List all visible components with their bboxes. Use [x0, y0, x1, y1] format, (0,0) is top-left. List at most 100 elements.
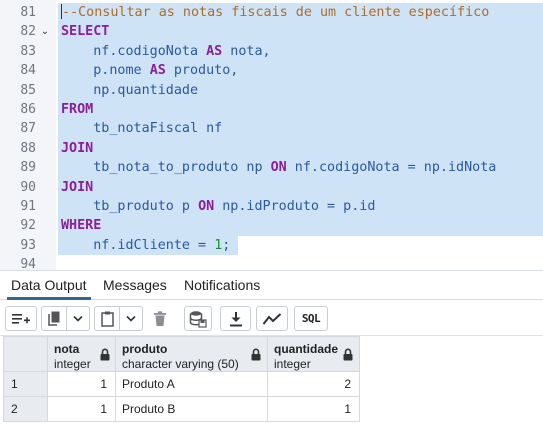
code-text: p.nome AS produto, — [61, 61, 238, 80]
code-text: nf.idCliente = 1; — [61, 236, 230, 255]
sql-button[interactable]: SQL — [294, 306, 328, 331]
column-header-produto[interactable]: produto character varying (50) — [116, 336, 268, 372]
copy-icon — [48, 311, 60, 326]
code-text: tb_produto p ON np.idProduto = p.id — [61, 197, 375, 216]
chevron-down-icon[interactable] — [125, 315, 137, 323]
code-line[interactable]: 83 nf.codigoNota AS nota, — [0, 41, 543, 62]
graph-visualiser-button[interactable] — [256, 306, 288, 331]
column-header-quantidade[interactable]: quantidade integer — [268, 336, 360, 372]
selection-highlight — [58, 138, 543, 159]
code-text: JOIN — [61, 178, 93, 197]
sql-identifier: np.quantidade — [61, 82, 199, 98]
code-line[interactable]: 82 ⌄ SELECT — [0, 22, 543, 42]
tab-notifications[interactable]: Notifications — [180, 271, 264, 300]
sql-identifier: nf.codigoNota — [61, 43, 207, 59]
table-cell[interactable]: Produto A — [116, 372, 268, 397]
grid-corner-cell[interactable] — [3, 336, 48, 372]
selection-highlight — [58, 22, 543, 42]
column-name: quantidade — [274, 342, 339, 356]
table-cell[interactable]: 1 — [48, 372, 116, 397]
selection-highlight — [58, 177, 543, 197]
line-number: 93 — [20, 237, 36, 253]
code-line[interactable]: 90 JOIN — [0, 177, 543, 197]
row-number[interactable]: 2 — [3, 397, 48, 422]
copy-button[interactable] — [41, 306, 90, 331]
results-tab-bar: Data Output Messages Notifications — [0, 270, 543, 300]
delete-button[interactable] — [147, 306, 173, 331]
column-name: nota — [54, 342, 80, 356]
code-line[interactable]: 86 FROM — [0, 100, 543, 120]
add-row-button[interactable] — [5, 306, 37, 331]
selection-highlight — [58, 100, 543, 120]
sql-keyword: FROM — [61, 102, 94, 117]
table-cell[interactable]: 1 — [268, 397, 360, 422]
tab-messages[interactable]: Messages — [99, 271, 171, 300]
sql-keyword: AS — [149, 63, 166, 79]
line-chart-icon — [262, 312, 282, 325]
line-number: 85 — [20, 82, 36, 98]
code-text: tb_notaFiscal nf — [61, 119, 222, 138]
code-line[interactable]: 89 tb_nota_to_produto np ON nf.codigoNot… — [0, 158, 543, 178]
code-line[interactable]: 87 tb_notaFiscal nf — [0, 119, 543, 139]
line-number: 90 — [20, 179, 36, 195]
tab-data-output[interactable]: Data Output — [7, 271, 91, 300]
code-line[interactable]: 81 --Consultar as notas fiscais de um cl… — [0, 3, 543, 23]
add-row-icon — [12, 313, 30, 324]
sql-comment: --Consultar as notas fiscais de um clien… — [62, 5, 490, 20]
code-text: FROM — [61, 100, 93, 119]
lock-icon — [343, 348, 353, 361]
row-number[interactable]: 1 — [3, 372, 48, 397]
code-line[interactable]: 88 JOIN — [0, 138, 543, 159]
code-line[interactable]: 84 p.nome AS produto, — [0, 61, 543, 81]
line-number: 84 — [20, 63, 36, 79]
code-line[interactable]: 93 nf.idCliente = 1; — [0, 235, 543, 256]
sql-keyword: SELECT — [61, 24, 110, 40]
fold-chevron-icon[interactable]: ⌄ — [39, 22, 51, 41]
line-number: 94 — [20, 257, 36, 270]
sql-identifier: tb_notaFiscal nf — [61, 121, 223, 137]
column-type: character varying (50) — [122, 357, 239, 371]
line-number: 92 — [20, 218, 36, 234]
database-save-icon — [189, 310, 207, 328]
line-number: 81 — [20, 5, 36, 20]
code-line[interactable]: 92 WHERE — [0, 216, 543, 236]
line-number: 87 — [20, 121, 36, 137]
table-cell[interactable]: 2 — [268, 372, 360, 397]
code-text: JOIN — [61, 139, 93, 158]
code-text: nf.codigoNota AS nota, — [61, 42, 271, 61]
code-text: WHERE — [61, 216, 101, 235]
table-cell[interactable]: Produto B — [116, 397, 268, 422]
code-text: SELECT — [61, 22, 109, 41]
sql-identifier: produto, — [165, 63, 239, 79]
sql-keyword: ON — [198, 199, 215, 214]
sql-identifier: nota, — [222, 43, 271, 59]
sql-keyword: ON — [270, 160, 287, 176]
download-icon — [229, 311, 242, 326]
table-cell[interactable]: 1 — [48, 397, 116, 422]
sql-identifier: np.idProduto = p.id — [214, 199, 376, 214]
sql-editor[interactable]: 81 --Consultar as notas fiscais de um cl… — [0, 0, 543, 270]
save-data-button[interactable] — [184, 306, 212, 331]
selection-highlight — [58, 216, 543, 236]
sql-keyword: JOIN — [61, 140, 94, 156]
code-text: np.quantidade — [61, 81, 198, 100]
sql-keyword: WHERE — [61, 218, 102, 234]
column-type: integer — [274, 357, 311, 371]
download-button[interactable] — [220, 306, 251, 331]
sql-button-label: SQL — [301, 312, 321, 325]
line-number: 86 — [20, 102, 36, 117]
clipboard-icon — [101, 311, 114, 327]
column-type: integer — [54, 357, 91, 371]
line-number: 82 — [20, 24, 36, 40]
lock-icon — [100, 348, 110, 361]
sql-identifier: ; — [222, 237, 231, 253]
column-name: produto — [122, 342, 168, 356]
chevron-down-icon[interactable] — [72, 315, 84, 323]
line-number: 83 — [20, 43, 36, 59]
code-line[interactable]: 91 tb_produto p ON np.idProduto = p.id — [0, 197, 543, 217]
code-line[interactable]: 85 np.quantidade — [0, 80, 543, 100]
sql-identifier: nf.idCliente = — [61, 237, 215, 253]
trash-icon — [154, 310, 166, 326]
paste-button[interactable] — [94, 306, 143, 331]
code-line[interactable]: 94 — [0, 255, 543, 270]
